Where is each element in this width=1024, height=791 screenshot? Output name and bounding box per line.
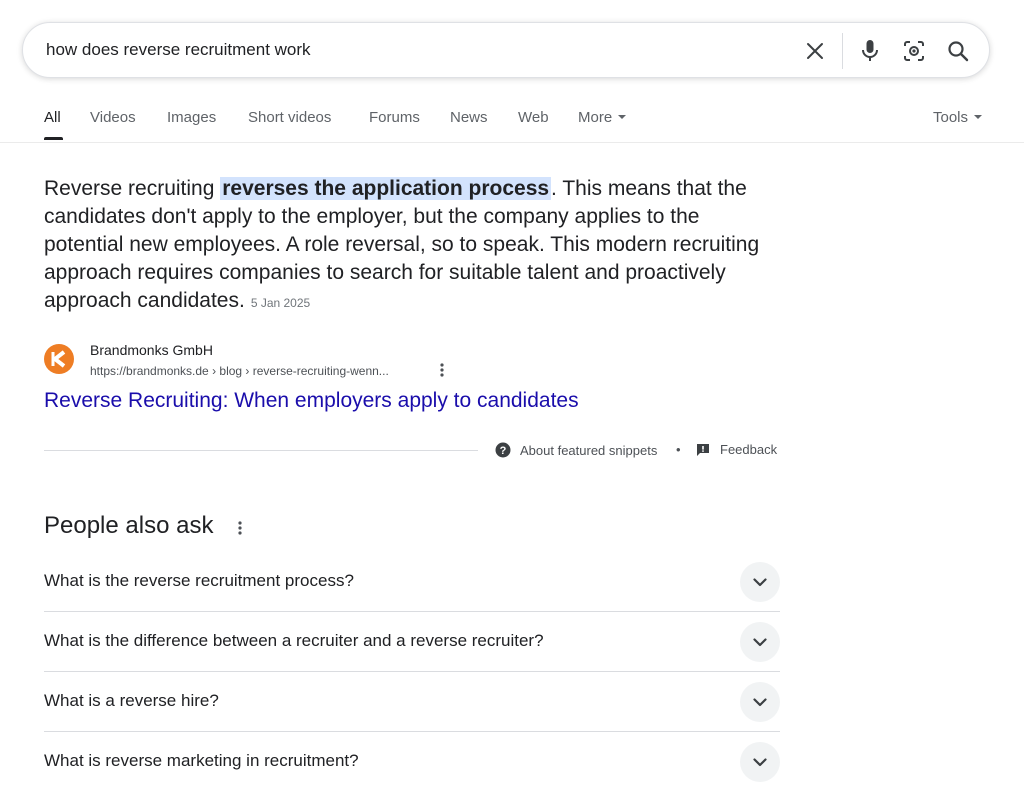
- search-icon[interactable]: [944, 37, 972, 65]
- help-icon: ?: [495, 442, 511, 458]
- feedback-link[interactable]: Feedback: [696, 442, 777, 457]
- tab-news[interactable]: News: [450, 109, 488, 126]
- tab-short-videos[interactable]: Short videos: [248, 109, 331, 126]
- tab-more-label: More: [578, 109, 613, 126]
- result-title-link[interactable]: Reverse Recruiting: When employers apply…: [44, 389, 579, 413]
- snippet-date: 5 Jan 2025: [250, 296, 311, 310]
- paa-question-text: What is the reverse recruitment process?: [44, 571, 354, 590]
- tab-images[interactable]: Images: [167, 109, 216, 126]
- more-options-icon[interactable]: [436, 362, 448, 378]
- paa-question[interactable]: What is the difference between a recruit…: [44, 612, 780, 672]
- snippet-text-before: Reverse recruiting: [44, 177, 221, 200]
- featured-snippet-text: Reverse recruiting reverses the applicat…: [44, 175, 774, 317]
- source-url[interactable]: https://brandmonks.de › blog › reverse-r…: [90, 364, 389, 378]
- search-tabs: All Videos Images Short videos Forums Ne…: [0, 100, 1024, 142]
- chevron-down-icon[interactable]: [740, 562, 780, 602]
- search-bar[interactable]: how does reverse recruitment work: [22, 22, 990, 78]
- tools-button[interactable]: Tools: [933, 109, 983, 126]
- paa-question-text: What is a reverse hire?: [44, 691, 219, 710]
- tab-more[interactable]: More: [578, 109, 627, 126]
- tab-forums[interactable]: Forums: [369, 109, 420, 126]
- tab-all[interactable]: All: [44, 109, 61, 126]
- paa-question[interactable]: What is reverse marketing in recruitment…: [44, 732, 780, 791]
- chevron-down-icon[interactable]: [740, 742, 780, 782]
- tools-label: Tools: [933, 109, 969, 126]
- caret-down-icon: [974, 115, 983, 120]
- more-options-icon[interactable]: [233, 519, 247, 537]
- about-featured-snippets-label: About featured snippets: [520, 442, 658, 458]
- tab-web[interactable]: Web: [518, 109, 549, 126]
- people-also-ask-heading: People also ask: [44, 512, 214, 539]
- snippet-source[interactable]: Brandmonks GmbH https://brandmonks.de › …: [44, 340, 544, 382]
- footer-separator: •: [676, 442, 681, 457]
- paa-question[interactable]: What is a reverse hire?: [44, 672, 780, 732]
- caret-down-icon: [618, 115, 627, 120]
- tabs-divider: [0, 142, 1024, 143]
- svg-text:?: ?: [500, 445, 507, 457]
- paa-question-text: What is the difference between a recruit…: [44, 631, 544, 650]
- search-bar-divider: [842, 33, 843, 69]
- lens-icon[interactable]: [900, 37, 928, 65]
- snippet-highlight: reverses the application process: [220, 177, 552, 200]
- brandmonks-favicon-icon: [44, 344, 74, 374]
- people-also-ask-list: What is the reverse recruitment process?…: [44, 552, 780, 791]
- chevron-down-icon[interactable]: [740, 622, 780, 662]
- about-featured-snippets-link[interactable]: ? About featured snippets: [495, 442, 657, 458]
- chevron-down-icon[interactable]: [740, 682, 780, 722]
- feedback-label: Feedback: [720, 442, 778, 457]
- source-site-name[interactable]: Brandmonks GmbH: [90, 342, 213, 358]
- microphone-icon[interactable]: [856, 37, 884, 65]
- close-icon[interactable]: [801, 37, 829, 65]
- feedback-icon: [697, 443, 709, 456]
- search-input[interactable]: how does reverse recruitment work: [46, 40, 311, 60]
- tab-videos[interactable]: Videos: [90, 109, 136, 126]
- snippet-footer-divider: [44, 450, 478, 451]
- snippet-footer: ? About featured snippets • Feedback: [44, 440, 780, 460]
- paa-question[interactable]: What is the reverse recruitment process?: [44, 552, 780, 612]
- paa-question-text: What is reverse marketing in recruitment…: [44, 751, 359, 770]
- active-tab-indicator: [44, 137, 63, 140]
